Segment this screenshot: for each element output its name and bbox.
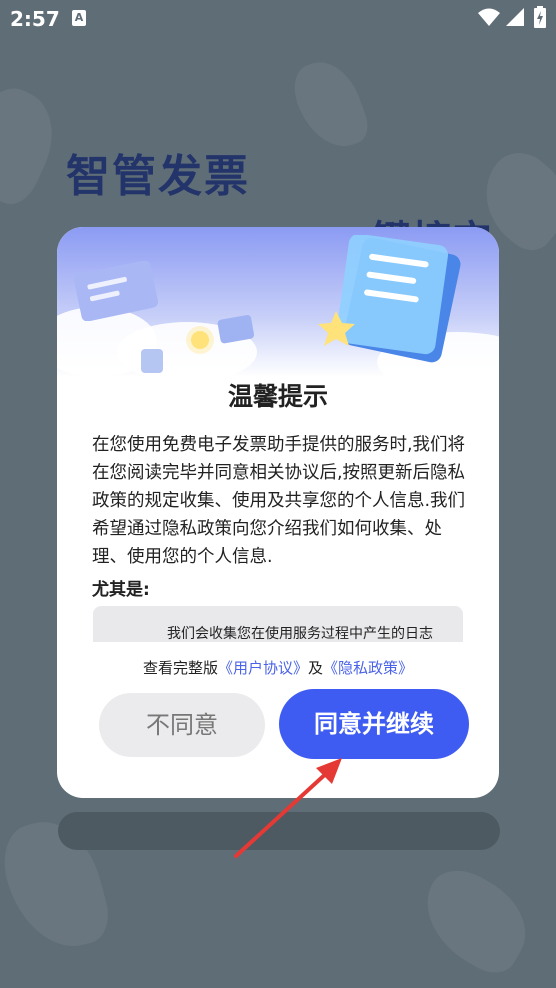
privacy-dialog: 温馨提示 在您使用免费电子发票助手提供的服务时,我们将在您阅读完毕并同意相关协议… (57, 227, 499, 798)
user-agreement-link[interactable]: 《用户协议》 (218, 659, 308, 677)
privacy-policy-link[interactable]: 《隐私政策》 (323, 659, 413, 677)
annotation-arrow-icon (234, 758, 342, 858)
background-decoration (0, 78, 70, 212)
battery-charging-icon (534, 6, 546, 28)
emphasis-label: 尤其是: (92, 580, 150, 600)
background-decoration (407, 857, 543, 983)
links-prefix: 查看完整版 (142, 659, 218, 677)
detail-text: 我们会收集您在使用服务过程中产生的日志 (167, 626, 433, 642)
wifi-icon (478, 8, 500, 26)
detail-scroll-box[interactable]: 我们会收集您在使用服务过程中产生的日志 (93, 606, 463, 642)
dialog-title: 温馨提示 (227, 382, 328, 411)
sparkle-icon (186, 326, 214, 354)
dialog-message: 在您使用免费电子发票助手提供的服务时,我们将在您阅读完毕并同意相关协议后,按照更… (92, 435, 466, 567)
background-decoration (286, 52, 374, 158)
app-title: 智管发票 (66, 151, 250, 202)
dialog-header-illustration (57, 227, 499, 392)
agree-continue-button[interactable]: 同意并继续 (279, 689, 469, 759)
notification-icon: A (72, 10, 86, 26)
signal-icon (506, 8, 524, 26)
invoice-card-icon (73, 261, 159, 321)
links-conjunction: 及 (308, 659, 324, 677)
document-illustration (318, 235, 461, 363)
agreement-links: 查看完整版《用户协议》及《隐私政策》 (57, 657, 499, 678)
ticket-icon (217, 315, 255, 344)
receipt-icon (141, 349, 163, 373)
status-time: 2:57 (10, 7, 60, 31)
disagree-button[interactable]: 不同意 (99, 693, 265, 757)
status-bar: 2:57 A (0, 0, 556, 38)
